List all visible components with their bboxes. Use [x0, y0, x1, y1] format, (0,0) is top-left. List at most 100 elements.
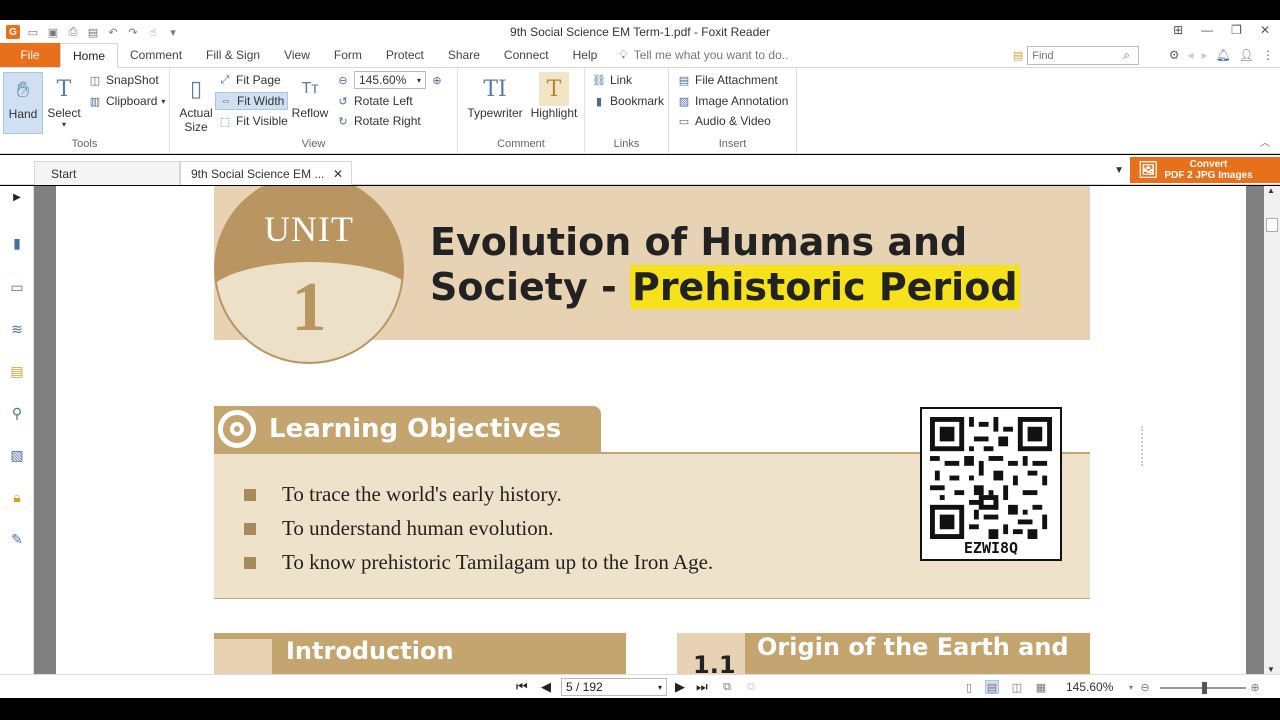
- actual-size-button[interactable]: ▯ Actual Size: [178, 72, 214, 134]
- fit-page-button[interactable]: ⤢ Fit Page: [218, 71, 281, 89]
- select-tool-button[interactable]: T Select ▾: [46, 72, 82, 130]
- pages-panel-icon[interactable]: ▭: [8, 278, 26, 296]
- next-result-icon[interactable]: ▸: [1202, 48, 1208, 62]
- scrollbar-rail[interactable]: [1264, 186, 1280, 674]
- close-tab-icon[interactable]: ✕: [333, 167, 343, 181]
- signatures-panel-icon[interactable]: ▧: [8, 446, 26, 464]
- first-page-icon[interactable]: ⏮: [516, 679, 528, 695]
- tab-help[interactable]: Help: [561, 43, 610, 67]
- bookmarks-panel-icon[interactable]: ▮: [8, 234, 26, 252]
- hand-dropdown-icon[interactable]: ☝: [146, 25, 160, 39]
- minimize-icon[interactable]: —: [1201, 23, 1213, 37]
- previous-page-icon[interactable]: ◀: [541, 679, 551, 695]
- clipboard-button[interactable]: ▥ Clipboard ▾: [88, 92, 166, 110]
- content-panel-icon[interactable]: ✎: [8, 530, 26, 548]
- document-viewport[interactable]: UNIT 1 Evolution of Humans and Society -…: [56, 186, 1246, 674]
- tab-current-document[interactable]: 9th Social Science EM ... ✕: [180, 161, 352, 185]
- tab-protect[interactable]: Protect: [374, 43, 436, 67]
- continuous-facing-icon[interactable]: ▦: [1034, 680, 1048, 694]
- rotate-left-button[interactable]: ↺ Rotate Left: [336, 92, 412, 110]
- convert-pdf-to-jpg-button[interactable]: 🖼︎ Convert PDF 2 JPG Images: [1130, 157, 1280, 183]
- next-view-icon[interactable]: ⧉: [744, 680, 758, 694]
- rotate-right-button[interactable]: ↻ Rotate Right: [336, 112, 420, 130]
- find-area: ▤ ⌕: [1013, 46, 1140, 65]
- previous-result-icon[interactable]: ◂: [1187, 48, 1193, 62]
- tab-fill-sign[interactable]: Fill & Sign: [194, 43, 272, 67]
- link-label: Link: [610, 73, 633, 87]
- document-tabs: Start 9th Social Science EM ... ✕ ▼ 🖼︎ C…: [0, 155, 1280, 185]
- tab-share[interactable]: Share: [436, 43, 492, 67]
- ribbon-group-links: ⛓ Link ▮ Bookmark Links: [585, 68, 669, 154]
- layout-icon[interactable]: ⊞: [1173, 23, 1183, 37]
- properties-icon[interactable]: ▤: [86, 25, 100, 39]
- save-icon[interactable]: ▣: [46, 25, 60, 39]
- security-lock-icon[interactable]: 🔒︎: [8, 488, 26, 506]
- tell-me-box[interactable]: 💡︎ Tell me what you want to do..: [609, 43, 788, 67]
- fit-visible-label: Fit Visible: [236, 114, 288, 128]
- fit-page-icon: ⤢: [220, 73, 230, 86]
- zoom-out-icon[interactable]: ⊖: [1138, 680, 1152, 694]
- fit-width-button[interactable]: ⇔ Fit Width: [215, 92, 289, 110]
- zoom-slider-thumb[interactable]: [1202, 682, 1207, 694]
- tab-form[interactable]: Form: [322, 43, 374, 67]
- print-icon[interactable]: ⎙: [66, 25, 80, 39]
- bell-icon[interactable]: 🔔︎: [1216, 48, 1231, 62]
- file-attachment-button[interactable]: ▤ File Attachment: [677, 71, 778, 89]
- hand-tool-button[interactable]: ✋︎ Hand: [3, 72, 43, 134]
- undo-icon[interactable]: ↶: [106, 25, 120, 39]
- fit-width-icon: ⇔: [220, 95, 232, 107]
- tab-home[interactable]: Home: [60, 43, 119, 68]
- search-icon[interactable]: ⌕: [1123, 48, 1130, 63]
- zoom-in-icon[interactable]: ⊕: [430, 73, 444, 87]
- tab-view[interactable]: View: [272, 43, 322, 67]
- scroll-down-icon[interactable]: ▼: [1267, 665, 1275, 674]
- redo-icon[interactable]: ↷: [126, 25, 140, 39]
- single-page-icon[interactable]: ▯: [962, 680, 976, 694]
- tab-list-dropdown-icon[interactable]: ▼: [1114, 165, 1124, 176]
- attachments-panel-icon[interactable]: ⚲: [8, 404, 26, 422]
- customize-dropdown-icon[interactable]: ▾: [166, 25, 180, 39]
- ribbon-menu-icon[interactable]: ⋮: [1262, 48, 1274, 62]
- expand-panel-icon[interactable]: ▶: [8, 188, 26, 206]
- reflow-button[interactable]: Tт Reflow: [292, 72, 329, 120]
- link-button[interactable]: ⛓ Link: [592, 71, 632, 89]
- title-bar: G ▭ ▣ ⎙ ▤ ↶ ↷ ☝ ▾ 9th Social Science EM …: [0, 20, 1280, 44]
- tab-connect[interactable]: Connect: [492, 43, 561, 67]
- close-icon[interactable]: ✕: [1260, 23, 1270, 37]
- audio-video-button[interactable]: ▭ Audio & Video: [677, 112, 771, 130]
- highlight-button[interactable]: T Highlight: [530, 72, 578, 120]
- vertical-scrollbar[interactable]: ▲ ▼: [1246, 186, 1280, 674]
- comments-panel-icon[interactable]: ▤: [8, 362, 26, 380]
- layers-panel-icon[interactable]: ≋: [8, 320, 26, 338]
- gear-icon[interactable]: ⚙: [1169, 48, 1180, 62]
- zoom-out-icon[interactable]: ⊖: [336, 73, 350, 87]
- next-page-icon[interactable]: ▶: [675, 679, 685, 695]
- tab-comment[interactable]: Comment: [118, 43, 194, 67]
- tab-file[interactable]: File: [0, 43, 60, 67]
- status-zoom-value[interactable]: 145.60%: [1066, 680, 1113, 694]
- clipboard-icon: ▥: [89, 95, 101, 108]
- collapse-ribbon-icon[interactable]: ︿: [1260, 134, 1270, 149]
- last-page-icon[interactable]: ⏭: [696, 679, 708, 695]
- actual-size-label-2: Size: [184, 120, 208, 134]
- page-number-select[interactable]: 5 / 192 ▾: [561, 678, 667, 696]
- previous-view-icon[interactable]: ⧉: [720, 680, 734, 694]
- bookmark-button[interactable]: ▮ Bookmark: [592, 92, 664, 110]
- scrollbar-thumb[interactable]: [1266, 218, 1278, 232]
- image-annotation-button[interactable]: ▨ Image Annotation: [677, 92, 789, 110]
- scroll-up-icon[interactable]: ▲: [1267, 186, 1275, 195]
- zoom-in-icon[interactable]: ⊕: [1248, 680, 1262, 694]
- facing-page-icon[interactable]: ◫: [1010, 680, 1024, 694]
- open-folder-icon[interactable]: ▭: [26, 25, 40, 39]
- maximize-icon[interactable]: ❐: [1231, 23, 1242, 37]
- introduction-header: Introduction: [214, 633, 626, 674]
- user-icon[interactable]: 👤︎: [1239, 48, 1254, 62]
- zoom-dropdown-icon[interactable]: ▾: [1124, 680, 1138, 694]
- typewriter-button[interactable]: TI Typewriter: [467, 72, 523, 121]
- zoom-select[interactable]: 145.60% ▾: [354, 71, 426, 89]
- tab-start[interactable]: Start: [34, 161, 180, 185]
- continuous-page-icon[interactable]: ▤: [985, 680, 999, 694]
- fit-visible-button[interactable]: ⬚ Fit Visible: [218, 112, 288, 130]
- find-options-icon[interactable]: ▤: [1013, 49, 1023, 62]
- snapshot-button[interactable]: ◫ SnapShot: [88, 71, 159, 89]
